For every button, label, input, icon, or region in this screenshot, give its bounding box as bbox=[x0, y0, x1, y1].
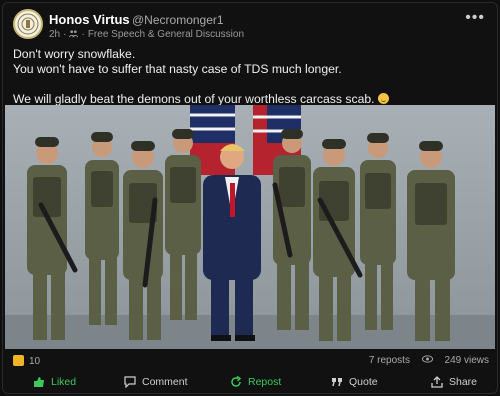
share-label: Share bbox=[449, 376, 478, 388]
post-meta: 2h · · Free Speech & General Discussion bbox=[49, 29, 247, 40]
meta-dot-2: · bbox=[81, 29, 85, 40]
post-stats: 10 7 reposts 249 views bbox=[13, 354, 489, 370]
meta-dot: · bbox=[63, 29, 67, 40]
repost-icon bbox=[231, 376, 242, 387]
post-image[interactable] bbox=[5, 105, 495, 349]
like-label: Liked bbox=[51, 376, 77, 388]
post-line: Don't worry snowflake. bbox=[13, 47, 136, 61]
post-time: 2h bbox=[49, 29, 61, 40]
user-name[interactable]: Honos Virtus bbox=[49, 12, 130, 27]
post-line: You won't have to suffer that nasty case… bbox=[13, 62, 342, 76]
like-button[interactable]: Liked bbox=[33, 376, 76, 388]
forum-link[interactable]: Free Speech & General Discussion bbox=[88, 29, 244, 40]
comment-icon bbox=[124, 376, 136, 388]
more-options-icon[interactable]: ••• bbox=[465, 9, 485, 27]
thumbs-up-icon bbox=[34, 377, 44, 387]
quote-label: Quote bbox=[349, 376, 378, 388]
post-line: We will gladly beat the demons out of yo… bbox=[13, 92, 375, 106]
repost-count[interactable]: 7 reposts bbox=[369, 355, 410, 366]
group-photo-illustration bbox=[5, 105, 495, 349]
share-icon bbox=[431, 376, 443, 388]
repost-button[interactable]: Repost bbox=[230, 376, 281, 388]
group-icon bbox=[69, 30, 79, 38]
eye-icon bbox=[421, 355, 433, 363]
grin-emoji-icon bbox=[377, 93, 389, 104]
comment-button[interactable]: Comment bbox=[124, 376, 188, 388]
quote-button[interactable]: Quote bbox=[331, 376, 378, 388]
user-handle[interactable]: @Necromonger1 bbox=[132, 13, 224, 27]
view-count: 249 views bbox=[444, 355, 489, 366]
share-button[interactable]: Share bbox=[431, 376, 477, 388]
like-count[interactable]: 10 bbox=[13, 355, 40, 367]
seal-icon bbox=[17, 13, 39, 35]
thumbs-up-icon bbox=[13, 355, 24, 366]
action-bar: Liked Comment Repost Quote Share bbox=[3, 373, 497, 393]
avatar[interactable] bbox=[13, 9, 43, 39]
post-card: Honos Virtus @Necromonger1 2h · · Free Spe… bbox=[2, 2, 498, 394]
post-text: Don't worry snowflake. You won't have to… bbox=[13, 47, 491, 107]
repost-label: Repost bbox=[248, 376, 282, 388]
comment-label: Comment bbox=[142, 376, 188, 388]
quote-icon bbox=[332, 378, 342, 387]
